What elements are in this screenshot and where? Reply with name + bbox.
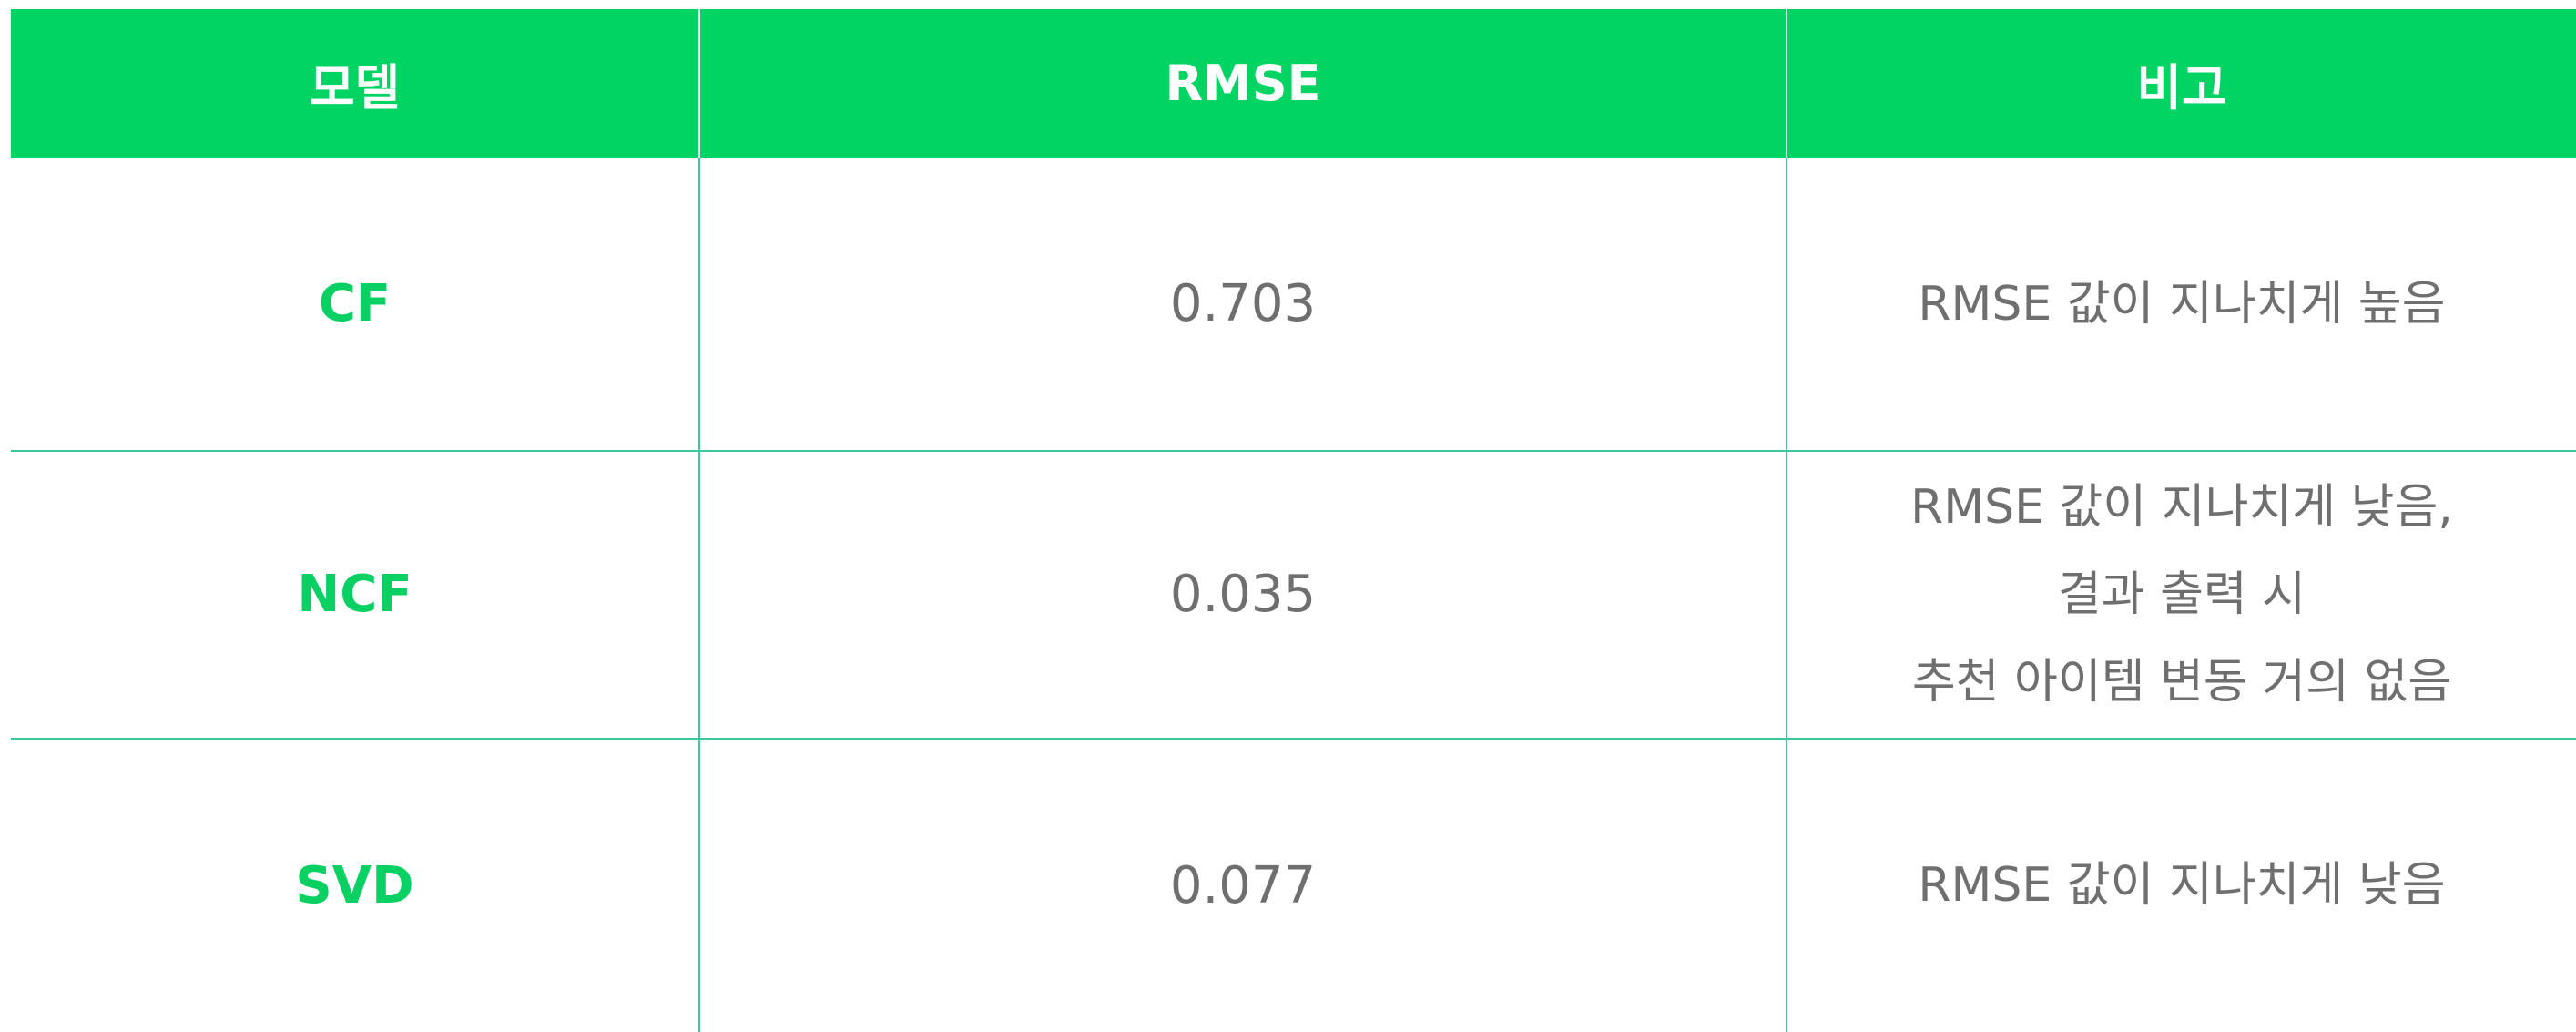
note-text: RMSE 값이 지나치게 높음 — [1787, 261, 2576, 348]
rmse-cell: 0.703 — [698, 158, 1787, 452]
note-line: RMSE 값이 지나치게 낮음, — [1910, 479, 2453, 535]
note-line: RMSE 값이 지나치게 낮음 — [1918, 858, 2446, 914]
table-row: NCF 0.035 RMSE 값이 지나치게 낮음, 결과 출력 시 추천 아이… — [11, 450, 2576, 739]
table-row: SVD 0.077 RMSE 값이 지나치게 낮음 — [11, 737, 2576, 1032]
note-text: RMSE 값이 지나치게 낮음 — [1787, 842, 2576, 929]
rmse-cell: 0.035 — [698, 450, 1787, 739]
table-row: CF 0.703 RMSE 값이 지나치게 높음 — [11, 158, 2576, 452]
header-row: 모델 RMSE 비고 — [11, 9, 2576, 158]
note-line: RMSE 값이 지나치게 높음 — [1918, 276, 2446, 332]
comparison-table: 모델 RMSE 비고 CF 0.703 RMSE 값이 지나치게 높음 NCF — [11, 9, 2576, 1032]
note-line: 추천 아이템 변동 거의 없음 — [1911, 654, 2452, 710]
model-cell: SVD — [11, 737, 699, 1032]
header-rmse: RMSE — [698, 9, 1787, 158]
note-text: RMSE 값이 지나치게 낮음, 결과 출력 시 추천 아이템 변동 거의 없음 — [1787, 464, 2576, 726]
note-cell: RMSE 값이 지나치게 높음 — [1786, 158, 2576, 452]
note-line: 결과 출력 시 — [2057, 567, 2306, 622]
note-cell: RMSE 값이 지나치게 낮음 — [1786, 737, 2576, 1032]
model-name: SVD — [295, 855, 414, 915]
note-cell: RMSE 값이 지나치게 낮음, 결과 출력 시 추천 아이템 변동 거의 없음 — [1786, 450, 2576, 739]
model-cell: CF — [11, 158, 699, 451]
model-cell: NCF — [11, 450, 699, 739]
header-note: 비고 — [1786, 9, 2576, 158]
header-model: 모델 — [11, 9, 699, 158]
rmse-value: 0.703 — [1169, 274, 1317, 334]
model-name: NCF — [297, 565, 412, 625]
rmse-cell: 0.077 — [698, 737, 1787, 1032]
rmse-value: 0.035 — [1169, 565, 1317, 625]
rmse-value: 0.077 — [1169, 855, 1317, 915]
model-name: CF — [318, 274, 392, 334]
